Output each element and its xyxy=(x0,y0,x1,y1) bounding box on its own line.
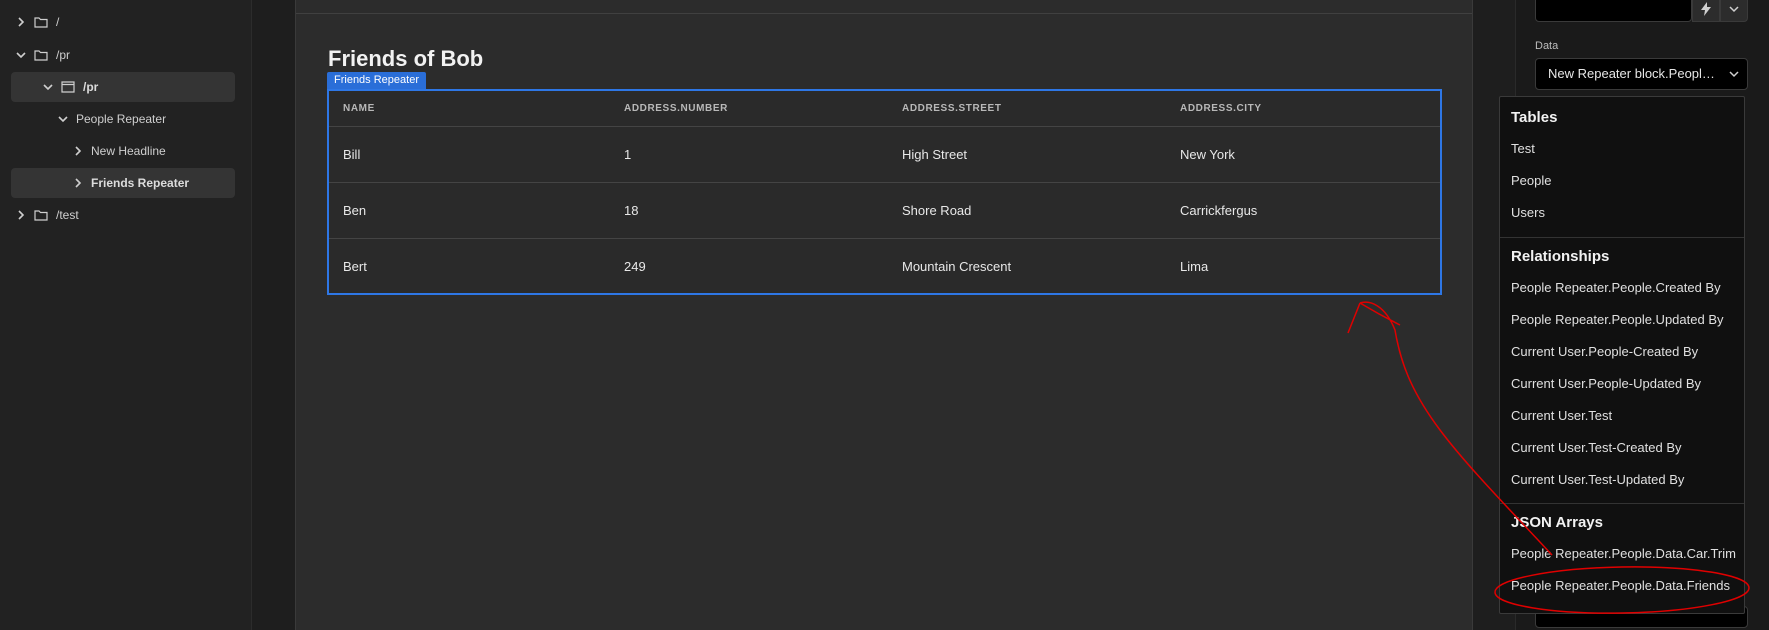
menu-item[interactable]: Current User.Test-Created By xyxy=(1511,440,1682,455)
table-cell: 249 xyxy=(624,259,646,274)
menu-item[interactable]: Current User.People-Updated By xyxy=(1511,376,1701,391)
table-cell: 1 xyxy=(624,147,632,162)
chevron-down-icon xyxy=(1729,71,1739,78)
menu-item[interactable]: Test xyxy=(1511,141,1535,156)
table-row[interactable]: Bill 1 High Street New York xyxy=(329,127,1440,183)
tree-item-2[interactable]: /pr xyxy=(11,72,235,102)
menu-divider xyxy=(1500,503,1744,504)
binding-input[interactable] xyxy=(1535,0,1692,22)
table-cell: Ben xyxy=(343,203,367,218)
table-cell: High Street xyxy=(902,147,968,162)
chevron-right-icon[interactable] xyxy=(16,17,26,27)
tree-item-3[interactable]: People Repeater xyxy=(58,104,166,134)
menu-item[interactable]: People Repeater.People.Data.Car.Trim xyxy=(1511,546,1736,561)
menu-section-title: JSON Arrays xyxy=(1511,514,1603,531)
menu-item[interactable]: People Repeater.People.Updated By xyxy=(1511,312,1724,327)
table-cell: Lima xyxy=(1180,259,1209,274)
friends-repeater-table[interactable]: NAME ADDRESS.NUMBER ADDRESS.STREET ADDRESS.… xyxy=(327,89,1442,295)
column-header: ADDRESS.NUMBER xyxy=(624,103,728,114)
table-cell: Bert xyxy=(343,259,367,274)
folder-icon xyxy=(34,17,48,28)
tree-item-label: Friends Repeater xyxy=(91,176,190,190)
lightning-icon[interactable] xyxy=(1692,0,1720,22)
tree-item-4[interactable]: New Headline xyxy=(73,136,166,166)
data-source-select[interactable]: New Repeater block.Peopl… xyxy=(1535,58,1748,90)
menu-section-title: Relationships xyxy=(1511,248,1610,265)
table-row[interactable]: Ben 18 Shore Road Carrickfergus xyxy=(329,183,1440,239)
tree-item-5[interactable]: Friends Repeater xyxy=(11,168,235,198)
chevron-down-icon[interactable] xyxy=(1720,0,1748,22)
menu-item[interactable]: People xyxy=(1511,173,1551,188)
column-header: ADDRESS.STREET xyxy=(902,103,1002,114)
tree-item-label: /test xyxy=(56,208,79,222)
table-cell: Bill xyxy=(343,147,361,162)
menu-section-title: Tables xyxy=(1511,109,1558,126)
screen-icon xyxy=(61,81,75,93)
tree-item-label: New Headline xyxy=(91,144,166,158)
chevron-right-icon[interactable] xyxy=(73,146,83,156)
folder-icon xyxy=(34,210,48,221)
table-cell: Carrickfergus xyxy=(1180,203,1258,218)
chevron-down-icon[interactable] xyxy=(58,114,68,124)
folder-icon xyxy=(34,50,48,61)
table-cell: New York xyxy=(1180,147,1235,162)
table-row[interactable]: Bert 249 Mountain Crescent Lima xyxy=(329,239,1440,295)
tree-item-label: People Repeater xyxy=(76,112,167,126)
canvas-divider xyxy=(296,13,1472,14)
column-header: ADDRESS.CITY xyxy=(1180,103,1262,114)
tree-item-label: /pr xyxy=(56,48,71,62)
table-cell: Shore Road xyxy=(902,203,972,218)
table-cell: 18 xyxy=(624,203,639,218)
menu-item[interactable]: Current User.Test xyxy=(1511,408,1612,423)
menu-item[interactable]: Users xyxy=(1511,205,1545,220)
table-header: NAME ADDRESS.NUMBER ADDRESS.STREET ADDRESS.… xyxy=(329,91,1440,127)
data-field-label: Data xyxy=(1535,40,1559,52)
menu-item[interactable]: People Repeater.People.Created By xyxy=(1511,280,1721,295)
tree-item-label: / xyxy=(56,15,60,29)
chevron-down-icon[interactable] xyxy=(43,82,53,92)
chevron-right-icon[interactable] xyxy=(73,178,83,188)
tree-item-6[interactable]: /test xyxy=(16,200,79,230)
table-cell: Mountain Crescent xyxy=(902,259,1012,274)
column-header: NAME xyxy=(343,103,375,114)
menu-divider xyxy=(1500,237,1744,238)
tree-item-label: /pr xyxy=(83,80,99,94)
page-heading[interactable]: Friends of Bob xyxy=(328,46,483,72)
component-tree-panel: / /pr/pr People Repeater New Headline Friend… xyxy=(0,0,252,630)
repeater-tag: Friends Repeater xyxy=(327,72,426,89)
chevron-right-icon[interactable] xyxy=(16,210,26,220)
tree-item-1[interactable]: /pr xyxy=(16,40,70,70)
tree-item-0[interactable]: / xyxy=(16,7,59,37)
menu-item[interactable]: Current User.Test-Updated By xyxy=(1511,472,1684,487)
menu-item[interactable]: Current User.People-Created By xyxy=(1511,344,1698,359)
chevron-down-icon[interactable] xyxy=(16,50,26,60)
menu-item[interactable]: People Repeater.People.Data.Friends xyxy=(1511,578,1730,593)
data-source-value: New Repeater block.Peopl… xyxy=(1548,66,1715,81)
data-source-dropdown: Tables Test People Users Relationships People… xyxy=(1499,96,1745,614)
